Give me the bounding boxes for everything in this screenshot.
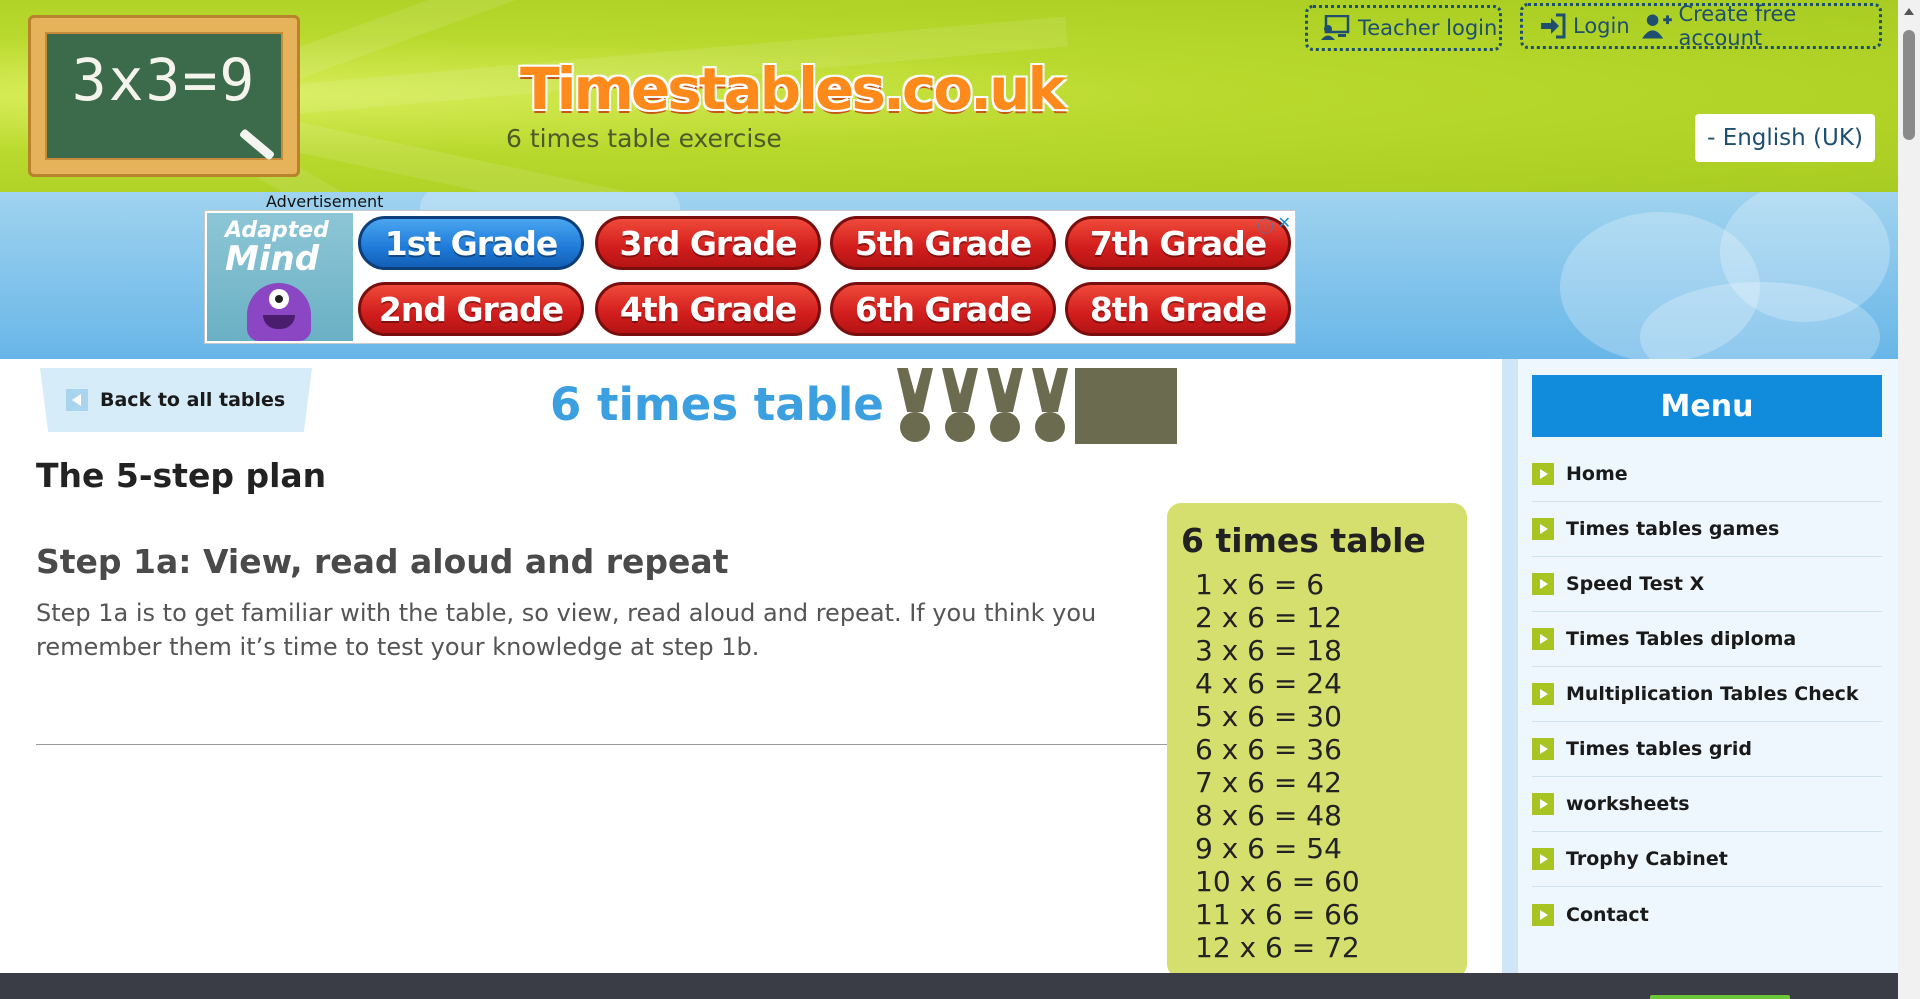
medal-icon xyxy=(1030,368,1070,444)
ad-brand-name: Adapted Mind xyxy=(225,217,329,279)
play-bullet-icon xyxy=(1532,793,1554,815)
teacher-login-button[interactable]: Teacher login xyxy=(1305,5,1502,51)
play-bullet-icon xyxy=(1532,738,1554,760)
menu-list: Home Times tables games Speed Test X Tim… xyxy=(1532,447,1882,942)
times-table-row: 12 x 6 = 72 xyxy=(1195,931,1360,964)
language-selector[interactable]: - English (UK) xyxy=(1695,114,1875,162)
times-table-card: 6 times table 1 x 6 = 6 2 x 6 = 12 3 x 6… xyxy=(1167,503,1467,978)
scroll-up-icon[interactable] xyxy=(1904,8,1914,15)
grade-button[interactable]: 3rd Grade xyxy=(595,216,821,270)
grade-button[interactable]: 6th Grade xyxy=(830,282,1056,336)
login-label: Login xyxy=(1573,14,1630,38)
menu-item-label: worksheets xyxy=(1566,793,1690,815)
chalkboard-equation: 3x3=9 xyxy=(71,46,257,114)
menu-item-label: Contact xyxy=(1566,903,1649,926)
create-account-label: Create free account xyxy=(1678,2,1797,50)
menu-item-trophy-cabinet[interactable]: Trophy Cabinet xyxy=(1532,832,1882,887)
footer-button-edge[interactable] xyxy=(1650,995,1790,999)
ad-label: Advertisement xyxy=(266,192,384,211)
grade-button[interactable]: 4th Grade xyxy=(595,282,821,336)
sign-in-icon xyxy=(1541,13,1566,39)
ad-banner-area: Advertisement Adapted Mind 1st Grade 3rd… xyxy=(0,192,1898,359)
teacher-login-label: Teacher login xyxy=(1358,16,1498,40)
site-logo-text[interactable]: Timestables.co.uk xyxy=(520,55,1066,123)
play-bullet-icon xyxy=(1532,463,1554,485)
ad-brand-line2: Mind xyxy=(225,239,320,279)
times-table-row: 8 x 6 = 48 xyxy=(1195,799,1342,832)
divider xyxy=(36,744,1168,745)
medal-icon xyxy=(940,368,980,444)
menu-item-times-tables-grid[interactable]: Times tables grid xyxy=(1532,722,1882,777)
page-title: 6 times table xyxy=(550,378,884,431)
step-description: Step 1a is to get familiar with the tabl… xyxy=(36,599,1097,661)
menu-item-label: Multiplication Tables Check xyxy=(1566,683,1859,705)
menu-item-speed-test-x[interactable]: Speed Test X xyxy=(1532,557,1882,612)
menu-item-worksheets[interactable]: worksheets xyxy=(1532,777,1882,832)
plan-heading: The 5-step plan xyxy=(36,456,327,495)
account-links: Login Create free account xyxy=(1520,2,1882,50)
times-table-row: 2 x 6 = 12 xyxy=(1195,601,1342,634)
times-table-row: 5 x 6 = 30 xyxy=(1195,700,1342,733)
times-table-row: 4 x 6 = 24 xyxy=(1195,667,1342,700)
times-table-list: 1 x 6 = 6 2 x 6 = 12 3 x 6 = 18 4 x 6 = … xyxy=(1181,568,1467,964)
play-bullet-icon xyxy=(1532,903,1554,926)
ad-close-icon[interactable]: ✕ xyxy=(1278,213,1291,237)
grade-button[interactable]: 5th Grade xyxy=(830,216,1056,270)
grade-button[interactable]: 8th Grade xyxy=(1065,282,1291,336)
menu-item-label: Times tables games xyxy=(1566,518,1780,540)
times-table-row: 3 x 6 = 18 xyxy=(1195,634,1342,667)
site-header: 3x3=9 Timestables.co.uk 6 times table ex… xyxy=(0,0,1898,192)
ad-brand-logo[interactable]: Adapted Mind xyxy=(207,213,353,341)
grade-button[interactable]: 1st Grade xyxy=(358,216,584,270)
menu-item-multiplication-tables-check[interactable]: Multiplication Tables Check xyxy=(1532,667,1882,722)
times-table-row: 10 x 6 = 60 xyxy=(1195,865,1360,898)
create-account-link[interactable]: Create free account xyxy=(1641,2,1879,50)
page-scrollbar[interactable] xyxy=(1898,0,1920,999)
monster-mascot-icon xyxy=(247,283,311,341)
times-table-card-title: 6 times table xyxy=(1181,521,1426,560)
play-bullet-icon xyxy=(1532,573,1554,595)
ad-info-icon[interactable]: ⓘ xyxy=(1258,213,1274,237)
times-table-row: 9 x 6 = 54 xyxy=(1195,832,1342,865)
menu-item-label: Trophy Cabinet xyxy=(1566,848,1728,870)
site-footer xyxy=(0,973,1898,999)
menu-item-home[interactable]: Home xyxy=(1532,447,1882,502)
medal-icon xyxy=(895,368,935,444)
back-label: Back to all tables xyxy=(100,389,286,411)
advertisement[interactable]: Adapted Mind 1st Grade 3rd Grade 5th Gra… xyxy=(204,210,1296,344)
menu-item-label: Home xyxy=(1566,463,1628,485)
sidebar-menu: Menu Home Times tables games Speed Test … xyxy=(1518,359,1898,973)
back-arrow-icon xyxy=(66,389,88,411)
back-to-all-tables-button[interactable]: Back to all tables xyxy=(40,368,312,432)
times-table-row: 7 x 6 = 42 xyxy=(1195,766,1342,799)
menu-item-label: Times tables grid xyxy=(1566,738,1752,760)
ad-controls: ⓘ ✕ xyxy=(1258,213,1291,237)
menu-item-label: Speed Test X xyxy=(1566,573,1705,595)
play-bullet-icon xyxy=(1532,518,1554,540)
times-table-row: 6 x 6 = 36 xyxy=(1195,733,1342,766)
menu-item-times-tables-games[interactable]: Times tables games xyxy=(1532,502,1882,557)
teacher-icon xyxy=(1321,15,1350,40)
login-link[interactable]: Login xyxy=(1539,13,1630,39)
times-table-row: 1 x 6 = 6 xyxy=(1195,568,1325,601)
play-bullet-icon xyxy=(1532,628,1554,650)
menu-title: Menu xyxy=(1532,375,1882,437)
menu-item-label: Times Tables diploma xyxy=(1566,628,1797,650)
times-table-row: 11 x 6 = 66 xyxy=(1195,898,1360,931)
play-bullet-icon xyxy=(1532,848,1554,870)
medal-icon xyxy=(985,368,1025,444)
menu-item-times-tables-diploma[interactable]: Times Tables diploma xyxy=(1532,612,1882,667)
trophy-placeholder xyxy=(1075,368,1177,444)
chalkboard-logo[interactable]: 3x3=9 xyxy=(28,15,300,177)
user-plus-icon xyxy=(1641,14,1672,39)
grade-button[interactable]: 2nd Grade xyxy=(358,282,584,336)
medal-progress xyxy=(895,368,1177,444)
play-bullet-icon xyxy=(1532,683,1554,705)
page-subtitle: 6 times table exercise xyxy=(506,124,782,153)
scroll-thumb[interactable] xyxy=(1903,30,1915,140)
menu-item-contact[interactable]: Contact xyxy=(1532,887,1882,942)
step-heading: Step 1a: View, read aloud and repeat xyxy=(36,542,729,581)
